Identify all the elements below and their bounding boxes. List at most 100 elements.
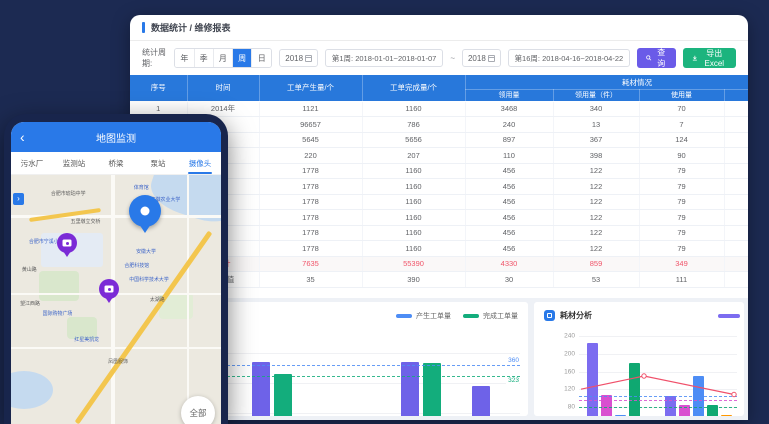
legend-swatch bbox=[463, 314, 479, 318]
map-place-label: 红星美凯龙 bbox=[74, 335, 99, 342]
table-cell: 67 bbox=[724, 163, 748, 179]
table-cell: 1121 bbox=[259, 101, 362, 117]
export-excel-button[interactable]: 导出Excel bbox=[683, 48, 736, 68]
download-icon bbox=[692, 54, 698, 62]
period-option-月[interactable]: 月 bbox=[214, 49, 233, 67]
col-subheader: 领用量（件） bbox=[553, 90, 639, 101]
table-cell: 1778 bbox=[259, 163, 362, 179]
camera-marker[interactable] bbox=[99, 279, 119, 299]
phone-tab-污水厂[interactable]: 污水厂 bbox=[11, 152, 53, 174]
table-cell: 14 bbox=[724, 272, 748, 288]
period-option-日[interactable]: 日 bbox=[252, 49, 271, 67]
table-cell: 4330 bbox=[465, 256, 553, 272]
table-cell: 456 bbox=[465, 241, 553, 257]
calendar-icon bbox=[305, 55, 312, 62]
camera-icon bbox=[63, 240, 72, 247]
query-button-label: 查询 bbox=[656, 47, 667, 69]
y-axis-tick: 80 bbox=[568, 403, 575, 410]
table-cell: 897 bbox=[465, 132, 553, 148]
period-option-周[interactable]: 周 bbox=[233, 49, 252, 67]
table-cell: 1778 bbox=[259, 241, 362, 257]
table-cell: 1160 bbox=[362, 225, 465, 241]
y-axis-tick: 240 bbox=[564, 333, 575, 340]
map-place-label: 太湖路 bbox=[150, 295, 165, 302]
phone-tab-监测站[interactable]: 监测站 bbox=[53, 152, 95, 174]
filter-bar: 统计周期: 年季月周日 2018 第1周: 2018-01-01~2018-01… bbox=[130, 41, 748, 75]
legend-item[interactable]: 完成工单量 bbox=[463, 311, 518, 321]
end-year-select[interactable]: 2018 bbox=[462, 49, 501, 67]
camera-marker[interactable] bbox=[57, 233, 77, 253]
table-cell: 1160 bbox=[362, 163, 465, 179]
camera-icon bbox=[105, 286, 114, 293]
start-week-input[interactable]: 第1周: 2018-01-01~2018-01-07 bbox=[325, 49, 443, 67]
legend-label: 产生工单量 bbox=[416, 311, 451, 321]
table-cell: 53 bbox=[553, 272, 639, 288]
start-year-select[interactable]: 2018 bbox=[279, 49, 318, 67]
table-cell: 79 bbox=[639, 194, 724, 210]
col-header-time: 时间 bbox=[187, 75, 259, 101]
table-cell: 1160 bbox=[362, 241, 465, 257]
map-place-label: 合肥科技馆 bbox=[124, 261, 149, 268]
map-road bbox=[187, 175, 189, 424]
map-view[interactable]: › 全部 合肥市琥珀中学体育馆安徽农业大学五里墩立交桥合肥市宁溪小学安徽大学合肥… bbox=[11, 175, 221, 424]
table-cell: 122 bbox=[553, 210, 639, 226]
table-cell: 111 bbox=[639, 272, 724, 288]
map-place-label: 黄山路 bbox=[22, 265, 37, 272]
bar-完成工单量 bbox=[423, 363, 441, 416]
export-button-label: 导出Excel bbox=[702, 48, 727, 68]
table-cell: 390 bbox=[362, 272, 465, 288]
col-header-created: 工单产生量/个 bbox=[259, 75, 362, 101]
table-cell: 70 bbox=[639, 101, 724, 117]
y-axis-tick: 160 bbox=[564, 368, 575, 375]
phone-page-title: 地图监测 bbox=[96, 130, 136, 145]
table-cell: 122 bbox=[553, 163, 639, 179]
query-button[interactable]: 查询 bbox=[637, 48, 676, 68]
map-road bbox=[11, 347, 221, 349]
map-park bbox=[39, 271, 79, 301]
table-cell: 398 bbox=[553, 148, 639, 164]
table-cell: 19 bbox=[724, 148, 748, 164]
back-icon[interactable]: ‹ bbox=[20, 130, 25, 144]
table-cell: 1778 bbox=[259, 225, 362, 241]
period-option-季[interactable]: 季 bbox=[195, 49, 214, 67]
selected-location-pin[interactable] bbox=[129, 195, 161, 227]
y-axis-tick: 120 bbox=[564, 386, 575, 393]
bar-产生工单量 bbox=[252, 362, 270, 416]
table-cell: 13 bbox=[553, 117, 639, 133]
end-week-input[interactable]: 第16周: 2018-04-16~2018-04-22 bbox=[508, 49, 631, 67]
map-expander-button[interactable]: › bbox=[13, 193, 24, 205]
table-cell: 1778 bbox=[259, 194, 362, 210]
table-cell: 859 bbox=[553, 256, 639, 272]
breadcrumb: 数据统计 / 维修报表 bbox=[151, 21, 231, 34]
chart-legend: 产生工单量 完成工单量 bbox=[396, 311, 518, 321]
table-cell: 207 bbox=[362, 148, 465, 164]
legend-swatch[interactable] bbox=[718, 314, 740, 318]
phone-tab-桥梁[interactable]: 桥梁 bbox=[95, 152, 137, 174]
table-cell: 33 bbox=[724, 256, 748, 272]
table-cell: 1160 bbox=[362, 210, 465, 226]
table-cell: 67 bbox=[724, 210, 748, 226]
period-option-年[interactable]: 年 bbox=[175, 49, 194, 67]
map-lake bbox=[11, 371, 53, 409]
table-cell: 122 bbox=[553, 194, 639, 210]
phone-mockup: ‹ 地图监测 污水厂监测站桥梁泵站摄像头 › 全部 合肥市琥珀 bbox=[4, 114, 228, 424]
phone-tab-摄像头[interactable]: 摄像头 bbox=[179, 152, 221, 174]
table-cell: 122 bbox=[553, 179, 639, 195]
range-separator: ~ bbox=[450, 54, 455, 63]
bar-产生工单量 bbox=[401, 362, 419, 416]
legend-label: 完成工单量 bbox=[483, 311, 518, 321]
map-place-label: 合肥市琥珀中学 bbox=[51, 189, 86, 196]
table-cell: 367 bbox=[553, 132, 639, 148]
map-place-label: 国际购物广场 bbox=[43, 309, 73, 316]
table-cell: 67 bbox=[724, 225, 748, 241]
table-cell: 79 bbox=[639, 179, 724, 195]
map-place-label: 安徽大学 bbox=[136, 247, 156, 254]
table-cell: 7635 bbox=[259, 256, 362, 272]
table-cell: 5656 bbox=[362, 132, 465, 148]
map-place-label: 望江西路 bbox=[20, 299, 40, 306]
table-cell: 456 bbox=[465, 163, 553, 179]
legend-item[interactable]: 产生工单量 bbox=[396, 311, 451, 321]
phone-tab-泵站[interactable]: 泵站 bbox=[137, 152, 179, 174]
table-cell: 96657 bbox=[259, 117, 362, 133]
chart-title-icon bbox=[544, 310, 555, 321]
